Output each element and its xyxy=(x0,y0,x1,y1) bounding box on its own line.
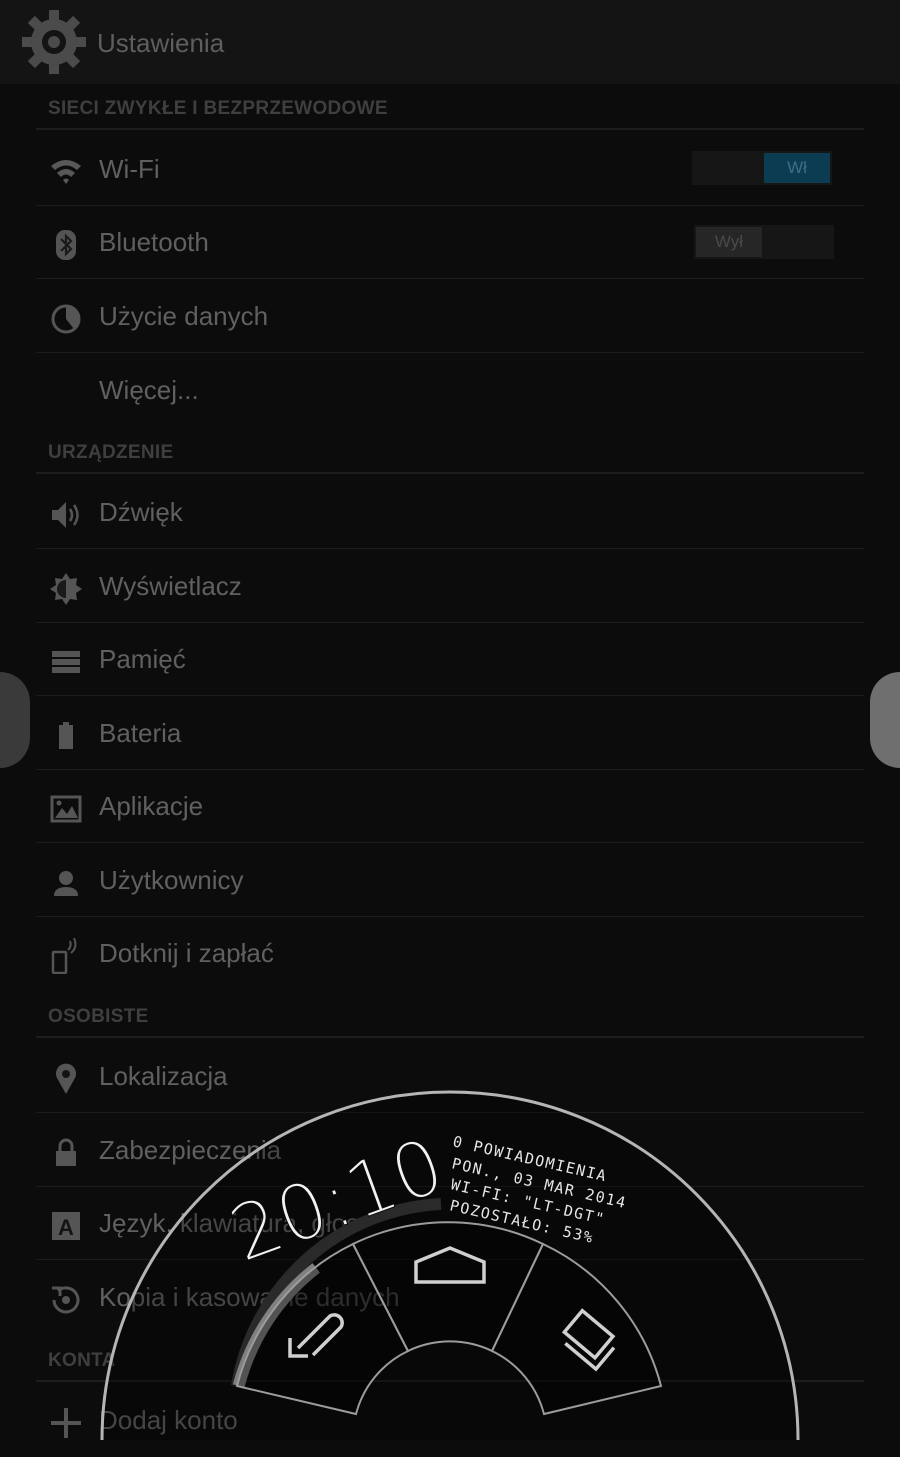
settings-item-security[interactable]: Zabezpieczenia xyxy=(36,1115,864,1187)
keyboard-a-icon: A xyxy=(52,1212,80,1240)
section-header-personal: OSOBISTE xyxy=(48,1006,149,1027)
settings-item-label: Aplikacje xyxy=(99,791,204,821)
settings-item-label: Dotknij i zapłać xyxy=(99,938,274,968)
divider xyxy=(36,842,864,843)
backup-icon xyxy=(52,1286,80,1314)
section-header-wireless: SIECI ZWYKŁE I BEZPRZEWODOWE xyxy=(48,98,388,119)
action-bar: Ustawienia xyxy=(0,0,900,84)
divider xyxy=(36,352,864,353)
pie-trigger-right[interactable] xyxy=(870,672,900,768)
settings-item-bluetooth[interactable]: Bluetooth Wył xyxy=(36,207,864,279)
apps-icon xyxy=(50,795,82,823)
storage-icon xyxy=(52,651,80,673)
settings-item-sound[interactable]: Dźwięk xyxy=(36,477,864,549)
user-icon xyxy=(54,871,78,896)
settings-item-label: Więcej... xyxy=(99,375,199,405)
bluetooth-icon xyxy=(56,230,76,260)
settings-item-label: Dodaj konto xyxy=(99,1405,238,1435)
wifi-icon xyxy=(51,160,81,184)
settings-item-users[interactable]: Użytkownicy xyxy=(36,845,864,917)
settings-item-apps[interactable]: Aplikacje xyxy=(36,771,864,843)
settings-item-label: Bluetooth xyxy=(99,227,209,257)
location-pin-icon xyxy=(56,1063,76,1094)
speaker-icon xyxy=(52,502,79,528)
section-divider xyxy=(36,1036,864,1038)
divider xyxy=(36,916,864,917)
settings-item-label: Użycie danych xyxy=(99,301,269,331)
settings-item-label: Język, klawiatura, głos xyxy=(99,1208,360,1238)
divider xyxy=(36,769,864,770)
section-divider xyxy=(36,1380,864,1382)
divider xyxy=(36,1186,864,1187)
settings-item-label: Użytkownicy xyxy=(99,865,244,895)
settings-item-data-usage[interactable]: Użycie danych xyxy=(36,281,864,353)
section-divider xyxy=(36,128,864,130)
divider xyxy=(36,548,864,549)
settings-item-label: Dźwięk xyxy=(99,497,183,527)
settings-item-label: Pamięć xyxy=(99,644,186,674)
lock-icon xyxy=(56,1138,76,1166)
section-header-device: URZĄDZENIE xyxy=(48,442,174,463)
bluetooth-toggle[interactable]: Wył xyxy=(694,225,834,259)
divider xyxy=(36,1112,864,1113)
divider xyxy=(36,695,864,696)
divider xyxy=(36,205,864,206)
settings-item-label: Zabezpieczenia xyxy=(99,1135,282,1165)
wifi-toggle[interactable]: Wł xyxy=(692,151,832,185)
settings-item-label: Bateria xyxy=(99,718,182,748)
plus-icon xyxy=(51,1408,81,1438)
toggle-off-label: Wył xyxy=(696,227,762,257)
settings-item-add-account[interactable]: Dodaj konto xyxy=(36,1385,864,1457)
divider xyxy=(36,278,864,279)
toggle-on-label: Wł xyxy=(764,153,830,183)
data-usage-icon xyxy=(51,304,81,334)
settings-item-battery[interactable]: Bateria xyxy=(36,698,864,770)
gear-icon[interactable] xyxy=(20,8,88,76)
nfc-phone-icon xyxy=(51,938,77,974)
settings-item-location[interactable]: Lokalizacja xyxy=(36,1041,864,1113)
settings-item-label: Wi-Fi xyxy=(99,154,160,184)
settings-item-tap-pay[interactable]: Dotknij i zapłać xyxy=(36,918,864,990)
settings-item-label: Lokalizacja xyxy=(99,1061,228,1091)
settings-item-display[interactable]: Wyświetlacz xyxy=(36,551,864,623)
settings-item-label: Wyświetlacz xyxy=(99,571,242,601)
page-title: Ustawienia xyxy=(97,28,225,58)
svg-text:A: A xyxy=(58,1215,74,1240)
settings-item-more[interactable]: Więcej... xyxy=(36,355,864,427)
section-header-accounts: KONTA xyxy=(48,1350,116,1371)
battery-icon xyxy=(59,722,73,749)
brightness-icon xyxy=(50,573,82,605)
settings-item-wifi[interactable]: Wi-Fi Wł xyxy=(36,134,864,206)
settings-item-storage[interactable]: Pamięć xyxy=(36,624,864,696)
divider xyxy=(36,622,864,623)
pie-trigger-left[interactable] xyxy=(0,672,30,768)
section-divider xyxy=(36,472,864,474)
